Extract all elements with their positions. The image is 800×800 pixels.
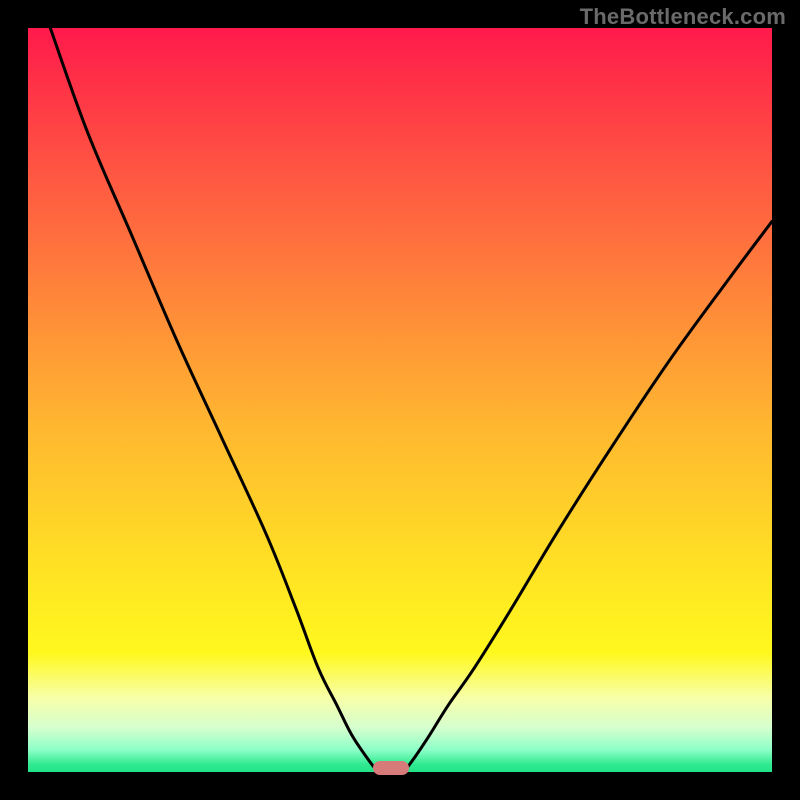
watermark-text: TheBottleneck.com bbox=[580, 4, 786, 30]
chart-frame: TheBottleneck.com bbox=[0, 0, 800, 800]
curve-left bbox=[50, 28, 377, 772]
optimal-marker bbox=[373, 761, 409, 775]
plot-area bbox=[28, 28, 772, 772]
curve-svg bbox=[28, 28, 772, 772]
curve-right bbox=[404, 221, 772, 772]
